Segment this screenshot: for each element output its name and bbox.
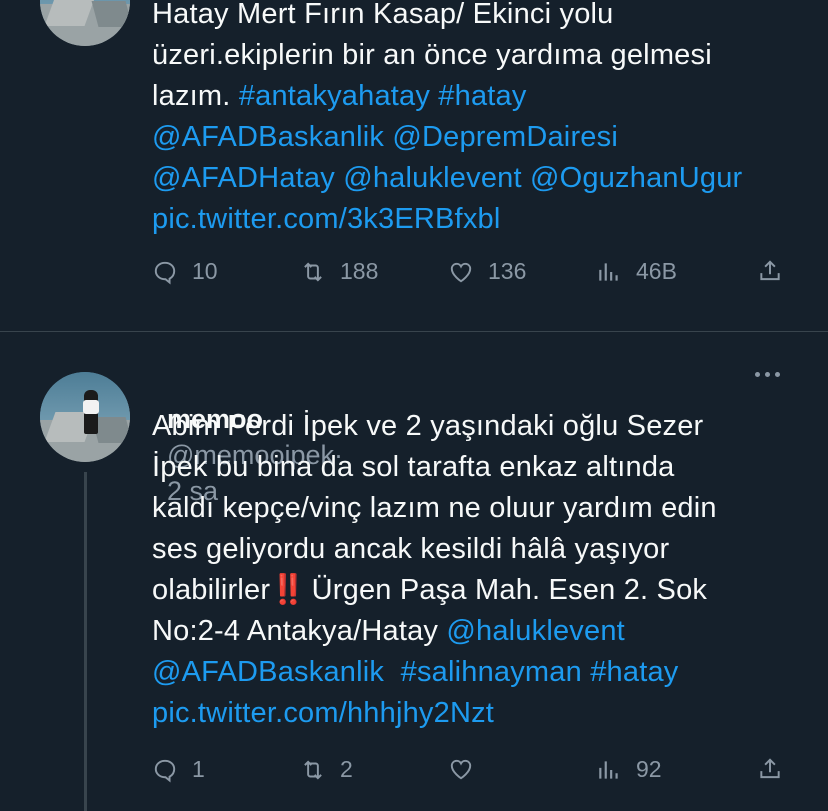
- tweet-text-line: lazım. #antakyahatay #hatay: [152, 76, 527, 117]
- share-button[interactable]: [757, 756, 783, 782]
- tweet-text-segment: olabilirler: [152, 574, 271, 606]
- reply-icon: [154, 759, 176, 783]
- tweet-text-line: pic.twitter.com/3k3ERBfxbl: [152, 199, 501, 240]
- tweet-text-segment: kaldı kepçe/vinç lazım ne oluur yardım e…: [152, 492, 717, 524]
- views-icon: [599, 760, 618, 779]
- avatar[interactable]: [40, 372, 130, 462]
- tweet-text-line: Abim Ferdi İpek ve 2 yaşındaki oğlu Seze…: [152, 406, 703, 447]
- tweet-text-line: No:2-4 Antakya/Hatay @haluklevent: [152, 611, 625, 652]
- retweet-icon: [304, 759, 322, 780]
- tweet-text-line: @AFADBaskanlik #salihnayman #hatay: [152, 652, 678, 693]
- reply-button[interactable]: 10: [152, 258, 218, 285]
- like-icon: [450, 262, 472, 282]
- like-button[interactable]: [448, 756, 474, 782]
- tweet-link[interactable]: pic.twitter.com/hhhjhy2Nzt: [152, 697, 494, 729]
- tweet-link[interactable]: @AFADBaskanlik #salihnayman #hatay: [152, 656, 678, 688]
- tweet-text-line: @AFADBaskanlik @DepremDairesi: [152, 117, 618, 158]
- tweet-text-segment: üzeri.ekiplerin bir an önce yardıma gelm…: [152, 39, 712, 71]
- tweet-text-line: İpek bu bina da sol tarafta enkaz altınd…: [152, 447, 675, 488]
- retweet-count: 2: [340, 756, 353, 782]
- tweet-link[interactable]: @haluklevent: [446, 615, 625, 647]
- like-button[interactable]: 136: [448, 258, 526, 285]
- share-icon: [760, 260, 780, 281]
- more-button[interactable]: [755, 372, 780, 377]
- tweet-text-segment: ses geliyordu ancak kesildi hâlâ yaşıyor: [152, 533, 670, 565]
- double-exclamation-emoji: ‼️: [270, 574, 306, 606]
- reply-count: 1: [192, 756, 205, 782]
- reply-icon: [154, 261, 176, 285]
- tweet-link[interactable]: @AFADBaskanlik @DepremDairesi: [152, 121, 618, 153]
- tweet-text-segment: Abim Ferdi İpek ve 2 yaşındaki oğlu Seze…: [152, 410, 704, 442]
- retweet-icon: [304, 261, 322, 282]
- tweet-text-line: @AFADHatay @haluklevent @OguzhanUgur: [152, 158, 742, 199]
- views-button[interactable]: 92: [596, 756, 662, 783]
- tweet-text-line: üzeri.ekiplerin bir an önce yardıma gelm…: [152, 35, 712, 76]
- share-icon: [760, 758, 780, 779]
- tweet-text-segment: Ürgen Paşa Mah. Esen 2. Sok: [303, 574, 708, 606]
- share-button[interactable]: [757, 258, 783, 284]
- reply-button[interactable]: 1: [152, 756, 205, 783]
- retweet-count: 188: [340, 258, 379, 284]
- thread-line: [84, 472, 87, 811]
- reply-count: 10: [192, 258, 218, 284]
- tweet-link[interactable]: pic.twitter.com/3k3ERBfxbl: [152, 203, 501, 235]
- tweet-divider: [0, 331, 828, 332]
- views-icon: [599, 262, 618, 281]
- more-icon: [755, 372, 760, 377]
- tweet-text-line: kaldı kepçe/vinç lazım ne oluur yardım e…: [152, 488, 717, 529]
- tweet-text-segment: lazım.: [152, 80, 239, 112]
- views-count: 46B: [636, 258, 677, 284]
- tweet-text-segment: Hatay Mert Fırın Kasap/ Ekinci yolu: [152, 0, 614, 30]
- tweet-text-segment: No:2-4 Antakya/Hatay: [152, 615, 447, 647]
- tweet-text-line: olabilirler‼️ Ürgen Paşa Mah. Esen 2. So…: [152, 570, 707, 611]
- views-button[interactable]: 46B: [596, 258, 677, 285]
- retweet-button[interactable]: 188: [300, 258, 378, 285]
- tweet-link[interactable]: #antakyahatay #hatay: [239, 80, 527, 112]
- avatar[interactable]: [40, 0, 130, 46]
- tweet-text-segment: İpek bu bina da sol tarafta enkaz altınd…: [152, 451, 675, 483]
- tweet-text-line: ses geliyordu ancak kesildi hâlâ yaşıyor: [152, 529, 669, 570]
- retweet-button[interactable]: 2: [300, 756, 353, 783]
- tweet-text-line: pic.twitter.com/hhhjhy2Nzt: [152, 693, 494, 734]
- tweet-text-line: Hatay Mert Fırın Kasap/ Ekinci yolu: [152, 0, 614, 35]
- tweet-link[interactable]: @AFADHatay @haluklevent @OguzhanUgur: [152, 162, 742, 194]
- like-icon: [450, 759, 472, 780]
- like-count: 136: [488, 258, 527, 284]
- views-count: 92: [636, 756, 662, 782]
